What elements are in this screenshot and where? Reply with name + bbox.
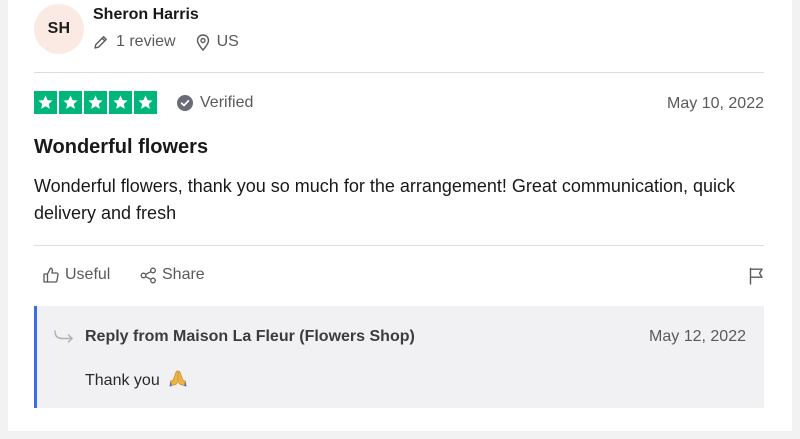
share-button[interactable]: Share xyxy=(140,266,205,284)
share-label: Share xyxy=(162,266,205,283)
reply-date: May 12, 2022 xyxy=(649,328,746,345)
useful-label: Useful xyxy=(65,266,111,283)
reviewer-name[interactable]: Sheron Harris xyxy=(93,6,199,24)
star-icon xyxy=(84,91,107,114)
avatar[interactable]: SH xyxy=(34,4,84,54)
reply-body: Thank you xyxy=(85,369,187,390)
review-count: 1 review xyxy=(93,33,176,51)
company-reply: Reply from Maison La Fleur (Flowers Shop… xyxy=(34,306,764,408)
verified-badge[interactable]: Verified xyxy=(177,94,253,112)
useful-button[interactable]: Useful xyxy=(42,266,110,284)
avatar-initials: SH xyxy=(47,20,71,37)
actions-divider xyxy=(34,245,764,246)
star-icon xyxy=(134,91,157,114)
verified-check-icon xyxy=(177,95,193,111)
review-body: Wonderful flowers, thank you so much for… xyxy=(34,176,735,223)
header-divider xyxy=(34,72,764,73)
pencil-icon xyxy=(94,36,107,49)
review-title[interactable]: Wonderful flowers xyxy=(34,136,208,159)
location-pin-icon xyxy=(196,33,209,51)
star-icon xyxy=(59,91,82,114)
verified-label: Verified xyxy=(200,94,254,111)
reply-arrow-icon xyxy=(54,330,73,343)
reviewer-country: US xyxy=(216,33,239,50)
reviewer-meta: 1 review US xyxy=(93,33,239,51)
reply-from: Reply from Maison La Fleur (Flowers Shop… xyxy=(85,328,415,345)
reviewer-location: US xyxy=(196,33,239,51)
review-card: SH Sheron Harris 1 review US Verified Ma… xyxy=(8,0,792,431)
star-rating xyxy=(34,91,159,114)
review-count-label: 1 review xyxy=(116,33,176,50)
review-date: May 10, 2022 xyxy=(667,95,764,112)
star-icon xyxy=(109,91,132,114)
star-icon xyxy=(34,91,57,114)
flag-icon xyxy=(749,267,763,285)
reply-text: Thank you xyxy=(85,372,160,389)
report-button[interactable] xyxy=(748,267,764,285)
folded-hands-emoji-icon xyxy=(169,370,187,387)
thumbs-up-icon xyxy=(43,267,59,283)
share-icon xyxy=(140,267,156,283)
